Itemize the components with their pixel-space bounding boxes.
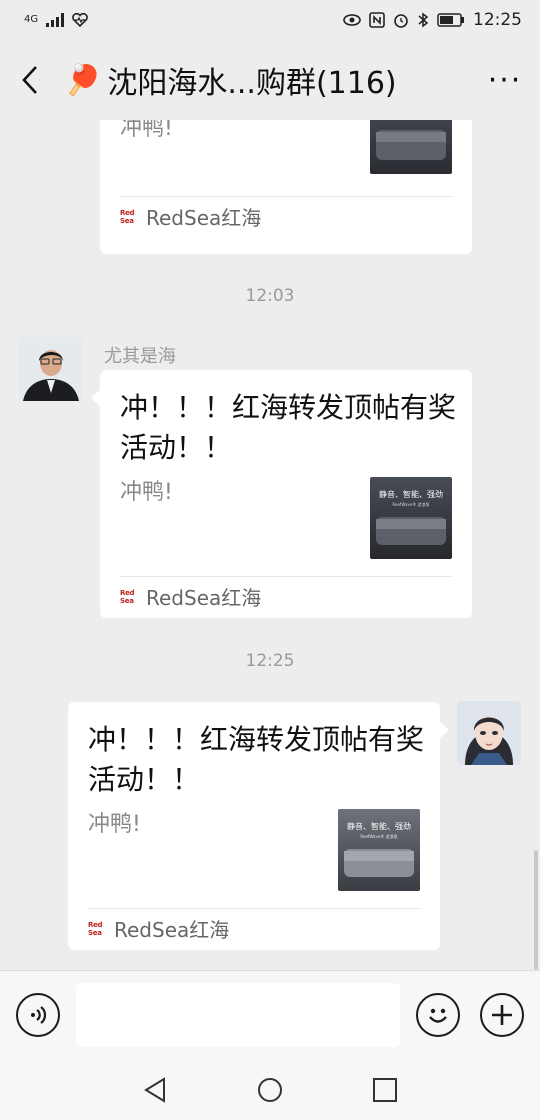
- chat-header: 🏓 沈阳海水...购群(116) ···: [0, 40, 540, 120]
- nfc-icon: [369, 12, 385, 28]
- message-thumbnail: 静音、智能、强劲 ReefWave® 造浪泵: [338, 809, 420, 891]
- my-avatar[interactable]: [457, 701, 521, 765]
- bubble-tail: [91, 390, 100, 406]
- message-divider: [120, 576, 452, 577]
- message-description: 冲鸭!: [120, 120, 173, 141]
- message-divider: [120, 196, 452, 197]
- system-nav-bar: [0, 1060, 540, 1120]
- message-description: 冲鸭!: [88, 812, 141, 837]
- message-card[interactable]: 冲！！！红海转发顶帖有奖活动！！ 冲鸭! 静音、智能、强劲 ReefWave® …: [68, 702, 440, 950]
- chat-area[interactable]: 冲鸭! Red Sea RedSea红海 12:03 尤其是海 冲！！！红海转发…: [0, 120, 540, 970]
- network-type: 4G: [24, 14, 39, 25]
- redsea-logo-icon: Red Sea: [120, 588, 135, 605]
- nav-recents-icon[interactable]: [371, 1076, 399, 1104]
- more-icon: ···: [487, 62, 523, 98]
- more-button[interactable]: ···: [470, 40, 540, 120]
- nav-back-icon[interactable]: [142, 1076, 170, 1104]
- chat-title: 🏓 沈阳海水...购群(116): [60, 58, 470, 102]
- message-source-label: RedSea红海: [114, 918, 230, 942]
- bluetooth-icon: [418, 12, 429, 28]
- message-source-label: RedSea红海: [146, 586, 262, 610]
- signal-icon: [46, 13, 65, 27]
- plus-icon: [492, 1005, 512, 1025]
- message-source: Red Sea RedSea红海: [120, 582, 261, 611]
- eye-icon: [343, 14, 361, 26]
- message-card[interactable]: 冲！！！红海转发顶帖有奖活动！！ 冲鸭! 静音、智能、强劲 ReefWave® …: [100, 370, 472, 618]
- back-button[interactable]: [0, 40, 60, 120]
- message-thumbnail: 静音、智能、强劲 ReefWave® 造浪泵: [370, 477, 452, 559]
- sender-name: 尤其是海: [104, 346, 176, 367]
- chat-title-text: 沈阳海水...购群(116): [107, 66, 397, 101]
- alarm-icon: [394, 14, 408, 28]
- heart-icon: [72, 13, 88, 27]
- add-button[interactable]: [480, 993, 524, 1037]
- redsea-logo-icon: Red Sea: [120, 208, 135, 225]
- battery-icon: [437, 13, 464, 27]
- thumb-headline: 静音、智能、强劲: [379, 489, 443, 499]
- message-source-label: RedSea红海: [146, 206, 262, 230]
- status-bar: 4G 12:25: [0, 0, 540, 40]
- nav-home-icon[interactable]: [256, 1076, 284, 1104]
- message-title: 冲！！！红海转发顶帖有奖活动！！: [120, 391, 457, 464]
- message-thumbnail: [370, 120, 452, 174]
- smiley-icon: [429, 1008, 447, 1023]
- emoji-button[interactable]: [416, 993, 460, 1037]
- sender-avatar[interactable]: [19, 337, 83, 401]
- message-title: 冲！！！红海转发顶帖有奖活动！！: [88, 723, 425, 796]
- chevron-left-icon: [22, 66, 37, 94]
- scrollbar[interactable]: [534, 850, 538, 970]
- bubble-tail: [440, 722, 449, 738]
- thumb-subline: ReefWave® 造浪泵: [360, 833, 397, 839]
- thumb-subline: ReefWave® 造浪泵: [392, 501, 429, 507]
- message-source: Red Sea RedSea红海: [120, 202, 261, 231]
- message-divider: [88, 908, 420, 909]
- message-description: 冲鸭!: [120, 480, 173, 505]
- message-input[interactable]: [76, 983, 400, 1047]
- thumb-headline: 静音、智能、强劲: [347, 821, 411, 831]
- redsea-logo-icon: Red Sea: [88, 920, 103, 937]
- ping-pong-emoji: 🏓: [64, 62, 102, 98]
- status-time: 12:25: [473, 10, 522, 30]
- timestamp: 12:03: [245, 286, 295, 306]
- timestamp: 12:25: [245, 651, 295, 671]
- message-source: Red Sea RedSea红海: [88, 914, 229, 943]
- voice-button[interactable]: [16, 993, 60, 1037]
- input-bar: [0, 970, 540, 1060]
- voice-icon: [31, 1006, 47, 1024]
- message-card[interactable]: 冲鸭! Red Sea RedSea红海: [100, 120, 472, 254]
